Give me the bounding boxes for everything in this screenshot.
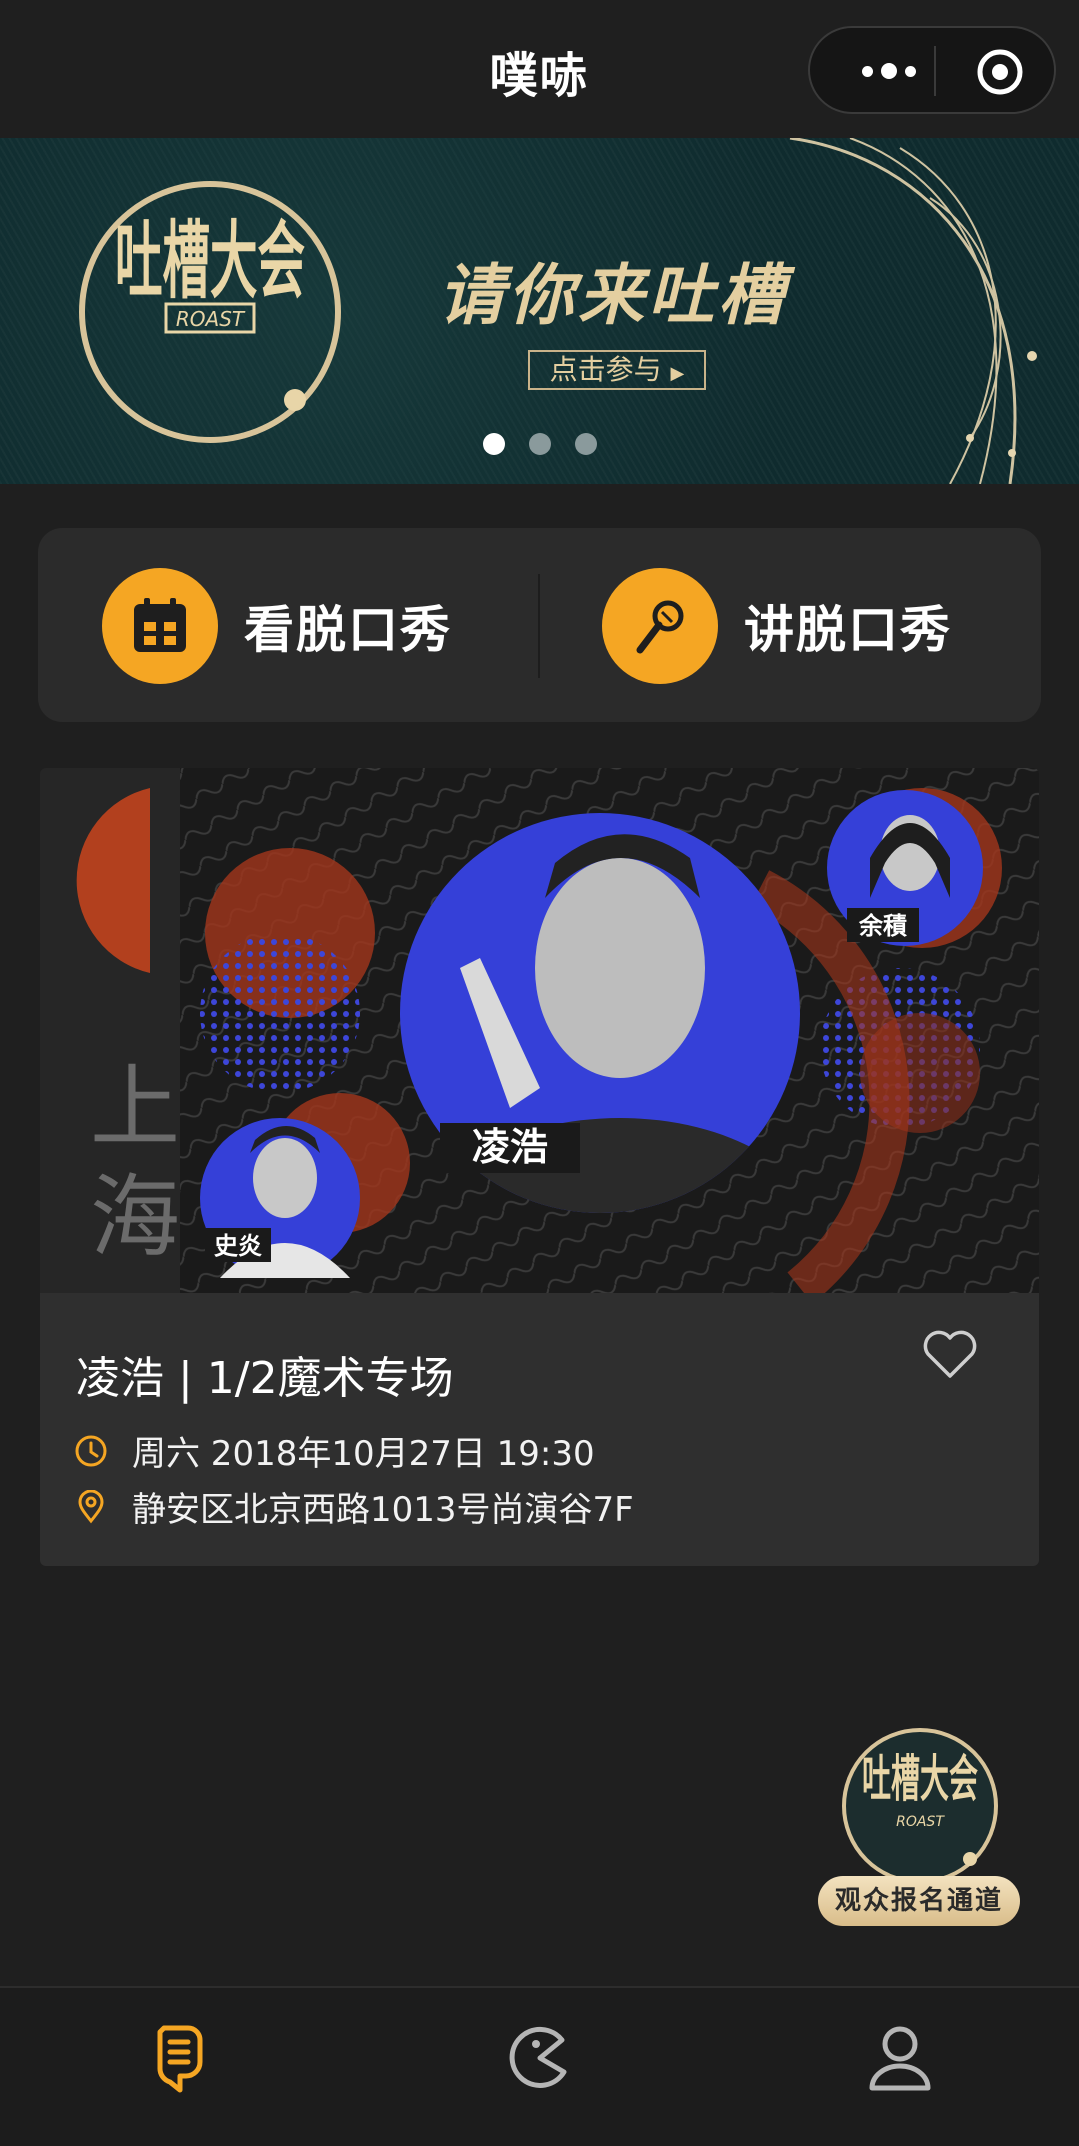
perform-show-button[interactable]: 讲脱口秀 <box>602 568 952 684</box>
action-card: 看脱口秀 讲脱口秀 <box>38 528 1041 722</box>
show-card[interactable]: 上 海 凌浩 史炎 余積 凌浩 | 1/2魔术专场 周六 2018年10月27日… <box>40 768 1039 1566</box>
action-divider <box>538 574 540 678</box>
audience-signup-label: 观众报名通道 <box>818 1876 1020 1926</box>
poster-city: 上 <box>90 1055 180 1160</box>
show-location: 静安区北京西路1013号尚演谷7F <box>132 1490 634 1530</box>
badge-logo-text: 吐槽大会 <box>862 1750 978 1808</box>
favorite-heart-icon[interactable] <box>922 1330 978 1380</box>
show-location-row: 静安区北京西路1013号尚演谷7F <box>74 1482 634 1531</box>
tab-home-microphone-icon[interactable] <box>140 2018 220 2098</box>
banner-headline: 请你来吐槽 <box>438 256 788 334</box>
carousel-dot-2[interactable] <box>528 433 551 455</box>
clock-icon <box>75 1435 107 1466</box>
calendar-icon <box>102 568 218 684</box>
nav-bar: 噗哧 <box>0 0 1079 138</box>
roast-logo-small: 吐槽大会 ROAST <box>842 1728 998 1884</box>
bottom-tab-bar <box>0 1986 1079 2146</box>
miniprogram-capsule <box>808 26 1056 114</box>
poster-city-2: 海 <box>90 1165 180 1270</box>
carousel-indicator <box>0 433 1079 455</box>
capsule-divider <box>934 46 936 96</box>
play-triangle-icon: ▶ <box>670 363 685 384</box>
roast-logo: 吐槽大会 ROAST <box>79 181 341 443</box>
cta-label: 点击参与 <box>549 353 662 386</box>
promo-banner[interactable]: 吐槽大会 ROAST 请你来吐槽 点击参与 ▶ <box>0 138 1079 484</box>
microphone-icon <box>602 568 718 684</box>
banner-cta-button[interactable]: 点击参与 ▶ <box>528 350 706 390</box>
logo-subtext: ROAST <box>176 307 246 331</box>
show-title: 凌浩 | 1/2魔术专场 <box>76 1353 454 1404</box>
carousel-dot-1[interactable] <box>482 433 505 455</box>
show-datetime-row: 周六 2018年10月27日 19:30 <box>74 1426 595 1475</box>
watch-show-label: 看脱口秀 <box>244 601 452 659</box>
watch-show-button[interactable]: 看脱口秀 <box>102 568 452 684</box>
guest-left-name: 史炎 <box>214 1232 262 1260</box>
show-datetime: 周六 2018年10月27日 19:30 <box>132 1434 595 1474</box>
location-pin-icon <box>78 1489 104 1523</box>
main-performer-name: 凌浩 <box>472 1125 548 1169</box>
perform-show-label: 讲脱口秀 <box>744 601 952 659</box>
more-menu-icon[interactable] <box>844 56 934 86</box>
carousel-dot-3[interactable] <box>574 433 597 455</box>
guest-right-name: 余積 <box>858 912 907 940</box>
tab-profile-icon[interactable] <box>860 2018 940 2098</box>
badge-logo-subtext: ROAST <box>896 1814 945 1830</box>
show-poster: 上 海 凌浩 史炎 余積 <box>40 768 1039 1293</box>
audience-signup-badge[interactable]: 吐槽大会 ROAST 观众报名通道 <box>818 1726 1022 1930</box>
tab-discover-icon[interactable] <box>500 2018 580 2098</box>
logo-text: 吐槽大会 <box>115 212 305 310</box>
close-miniprogram-icon[interactable] <box>975 47 1025 97</box>
